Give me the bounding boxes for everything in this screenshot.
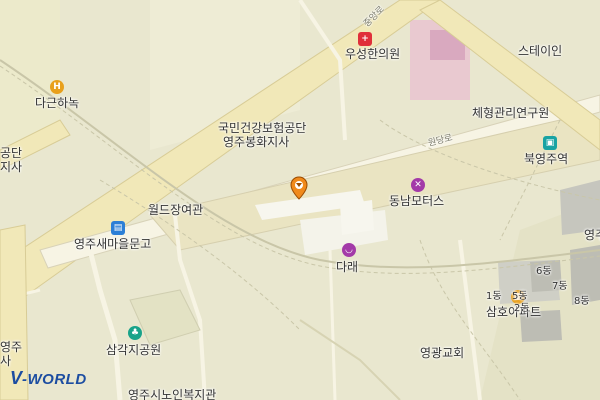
place-worldjang[interactable]: 월드장여관 <box>148 203 203 217</box>
place-edge-right: 영주 <box>584 228 600 242</box>
place-library[interactable]: 영주새마을문고 <box>74 237 151 251</box>
cafe-cup-icon[interactable]: ◡ <box>342 243 356 257</box>
building-label: 1동 <box>486 291 502 302</box>
place-edge-left-1: 공단 <box>0 146 23 160</box>
place-samgak[interactable]: 삼각지공원 <box>106 343 161 357</box>
place-staying[interactable]: 스테이인 <box>518 44 562 58</box>
place-daegeun[interactable]: 다근하녹 <box>35 96 79 110</box>
vworld-logo-mark: V <box>10 368 23 388</box>
place-edge-left-3: 영주 <box>0 340 23 354</box>
hospital-cross-icon[interactable]: + <box>358 32 372 46</box>
location-pin-icon[interactable] <box>289 176 309 200</box>
place-darae[interactable]: 다래 <box>336 260 358 274</box>
place-woosung[interactable]: 우성한의원 <box>345 47 400 61</box>
place-nhis-line1[interactable]: 국민건강보험공단 <box>218 121 306 135</box>
train-icon[interactable]: ▣ <box>543 136 557 150</box>
building-label: 2동 <box>514 303 530 314</box>
place-station[interactable]: 북영주역 <box>524 152 568 166</box>
vworld-logo-text: -WORLD <box>22 371 87 388</box>
book-icon[interactable]: ▤ <box>111 221 125 235</box>
building-label: 7동 <box>552 281 568 292</box>
map-view[interactable]: 중앙로 원당로 + 우성한의원 스테이인 H 다근하녹 국민건강보험공단 영주봉… <box>0 0 600 400</box>
place-senior[interactable]: 영주시노인복지관 <box>128 388 216 400</box>
lodging-icon[interactable]: H <box>50 80 64 94</box>
vworld-logo: V -WORLD <box>10 368 87 389</box>
park-icon[interactable]: ♣ <box>128 326 142 340</box>
place-nhis-line2[interactable]: 영주봉화지사 <box>223 135 289 149</box>
place-yeonggwang[interactable]: 영광교회 <box>420 346 464 360</box>
place-edge-left-2: 지사 <box>0 160 23 174</box>
place-dongnam[interactable]: 동남모터스 <box>389 194 444 208</box>
building-label: 8동 <box>574 296 590 307</box>
building-label: 6동 <box>536 266 552 277</box>
repair-tools-icon[interactable]: ✕ <box>411 178 425 192</box>
place-edge-left-4: 사 <box>0 354 12 368</box>
place-chehyeong[interactable]: 체형관리연구원 <box>472 106 549 120</box>
